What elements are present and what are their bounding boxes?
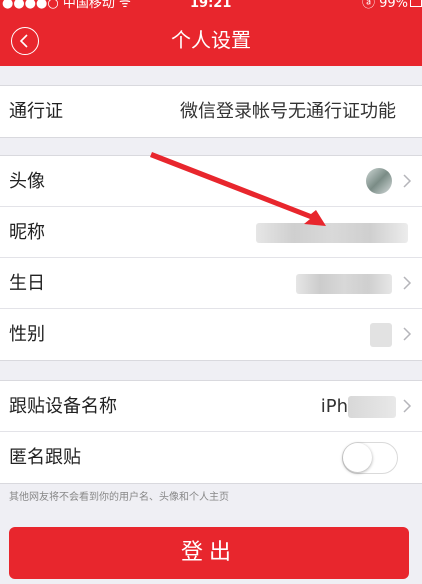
logout-button[interactable]: 登出 <box>9 527 409 579</box>
anonymous-comment-toggle[interactable] <box>342 442 398 474</box>
nav-bar: 个人设置 <box>0 14 422 66</box>
gender-row[interactable]: 性别 <box>0 309 422 360</box>
clock: 19:21 <box>190 0 232 11</box>
anonymous-comment-label: 匿名跟贴 <box>9 447 81 468</box>
gender-label: 性别 <box>9 324 45 345</box>
gender-value-blurred <box>370 323 392 347</box>
birthday-row[interactable]: 生日 <box>0 258 422 309</box>
chevron-right-icon <box>403 174 412 188</box>
profile-group: 头像 昵称 生日 性别 <box>0 155 422 361</box>
device-name-row[interactable]: 跟贴设备名称 iPh <box>0 381 422 432</box>
chevron-right-icon <box>403 327 412 341</box>
nickname-row[interactable]: 昵称 <box>0 207 422 258</box>
device-name-label: 跟贴设备名称 <box>9 396 117 417</box>
pass-row[interactable]: 通行证 微信登录帐号无通行证功能 <box>0 86 422 137</box>
avatar-row[interactable]: 头像 <box>0 156 422 207</box>
pass-group: 通行证 微信登录帐号无通行证功能 <box>0 85 422 138</box>
device-name-blurred <box>348 396 396 418</box>
pass-label: 通行证 <box>9 101 63 122</box>
anonymous-hint-text: 其他网友将不会看到你的用户名、头像和个人主页 <box>9 492 229 503</box>
toggle-knob <box>343 443 372 472</box>
nickname-label: 昵称 <box>9 222 45 243</box>
status-bar: ●●●●○ 中国移动 ᯤ 19:21 ⓐ 99% <box>0 0 422 14</box>
chevron-right-icon <box>403 399 412 413</box>
birthday-value-blurred <box>296 274 392 294</box>
page-title: 个人设置 <box>171 28 251 52</box>
anonymous-comment-row: 匿名跟贴 <box>0 432 422 483</box>
pass-value: 微信登录帐号无通行证功能 <box>180 101 396 122</box>
device-name-value: iPh <box>320 396 348 417</box>
avatar-label: 头像 <box>9 171 45 192</box>
carrier-signal: ●●●●○ 中国移动 ᯤ <box>2 0 131 11</box>
chevron-right-icon <box>403 276 412 290</box>
comment-settings-group: 跟贴设备名称 iPh 匿名跟贴 <box>0 380 422 484</box>
battery-icon <box>410 0 422 7</box>
avatar <box>366 168 392 194</box>
birthday-label: 生日 <box>9 273 45 294</box>
nickname-value-blurred <box>256 223 408 243</box>
battery-percent: ⓐ 99% <box>361 0 408 11</box>
